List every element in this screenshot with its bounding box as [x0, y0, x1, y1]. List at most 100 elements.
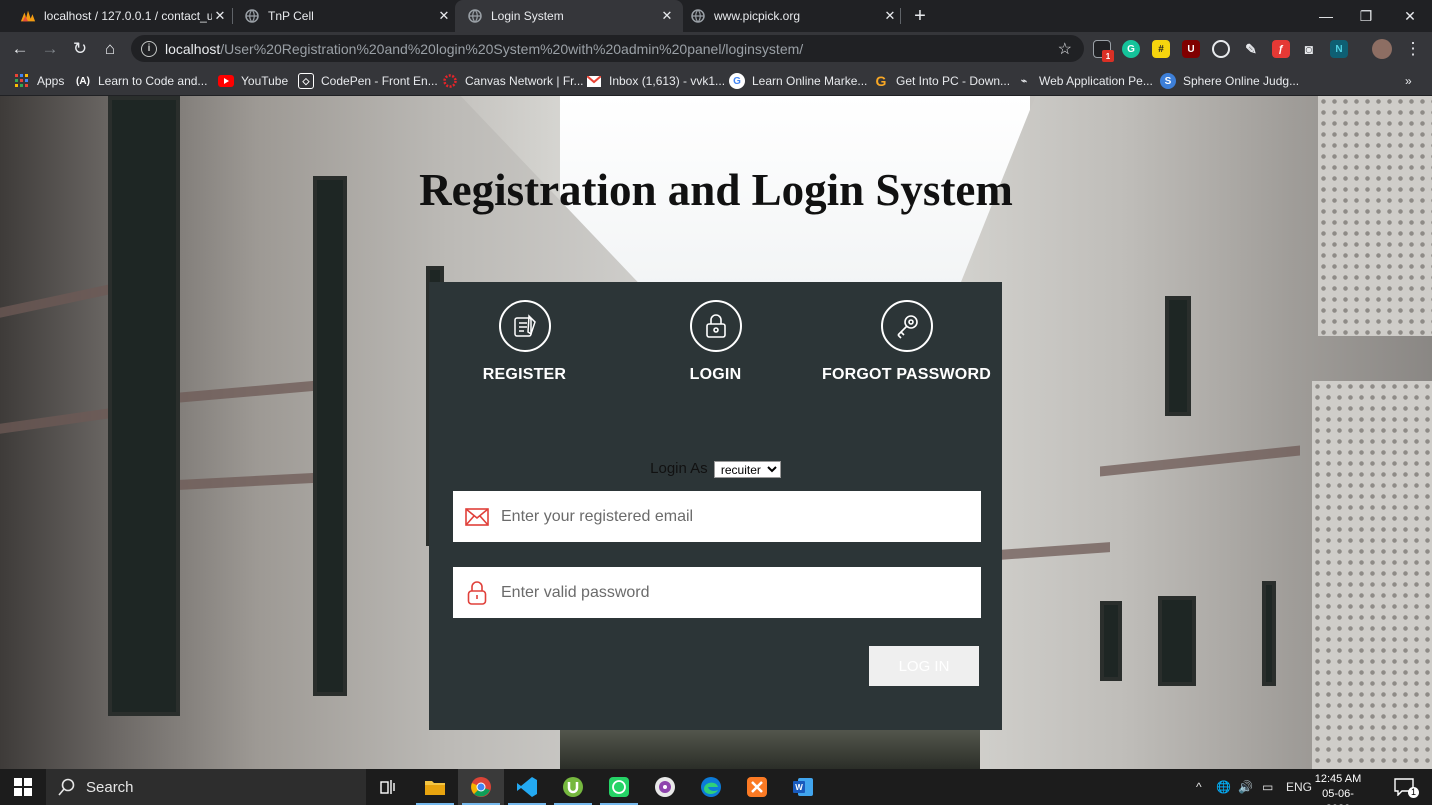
nav-register[interactable]: REGISTER: [429, 300, 620, 384]
url-host: localhost: [165, 40, 221, 57]
ublock-icon[interactable]: U: [1182, 40, 1200, 58]
notification-center-icon[interactable]: 1: [1394, 769, 1419, 805]
background-lattice: [1312, 381, 1432, 769]
padlock-icon: [453, 580, 501, 606]
bookmark-apps[interactable]: Apps: [14, 71, 64, 91]
bookmark-spoj[interactable]: S Sphere Online Judg...: [1160, 71, 1299, 91]
bookmark-label: YouTube: [241, 74, 289, 88]
flash-extension-icon[interactable]: ƒ: [1272, 40, 1290, 58]
browser-menu-icon[interactable]: ⋮: [1400, 36, 1426, 62]
site-info-icon[interactable]: i: [141, 40, 157, 57]
tab-tnp-cell[interactable]: TnP Cell ✕: [232, 0, 460, 32]
start-button[interactable]: [0, 769, 46, 805]
bookmarks-overflow-button[interactable]: »: [1405, 71, 1412, 91]
pen-extension-icon[interactable]: ✎: [1242, 40, 1260, 58]
close-tab-icon[interactable]: ✕: [659, 8, 675, 24]
codepen-icon: ◇: [298, 73, 314, 89]
extension-n-icon[interactable]: N: [1330, 40, 1348, 58]
nav-forgot-password[interactable]: FORGOT PASSWORD: [811, 300, 1002, 384]
clock-time: 12:45 AM: [1314, 773, 1362, 785]
tab-title: localhost / 127.0.0.1 / contact_us: [44, 9, 212, 23]
word-icon[interactable]: W: [780, 769, 826, 805]
search-placeholder: Search: [86, 778, 134, 796]
bookmark-getintopc[interactable]: G Get Into PC - Down...: [873, 71, 1011, 91]
close-window-button[interactable]: ✕: [1390, 0, 1430, 32]
xampp-icon[interactable]: [734, 769, 780, 805]
minimize-button[interactable]: —: [1306, 0, 1346, 32]
grammarly-icon[interactable]: G: [1122, 40, 1140, 58]
extension-gauge-icon[interactable]: [1212, 40, 1230, 58]
globe-icon: [244, 8, 260, 24]
windows-icon: [14, 778, 32, 796]
media-player-icon[interactable]: [642, 769, 688, 805]
bookmark-label: Apps: [37, 74, 65, 88]
bookmark-label: Canvas Network | Fr...: [465, 74, 584, 88]
bookmark-gmail[interactable]: Inbox (1,613) - vvk1...: [586, 71, 725, 91]
svg-text:W: W: [795, 783, 803, 792]
login-panel: REGISTER LOGIN FORGOT PASSWORD Login As …: [429, 282, 1002, 730]
bookmark-label: CodePen - Front En...: [321, 74, 438, 88]
extension-badge: 1: [1102, 50, 1114, 62]
bookmark-label: Inbox (1,613) - vvk1...: [609, 74, 726, 88]
webapp-icon: ⌁: [1020, 75, 1028, 87]
whatsapp-icon[interactable]: [596, 769, 642, 805]
chrome-icon[interactable]: [458, 769, 504, 805]
bookmark-freecodecamp[interactable]: (A) Learn to Code and...: [75, 71, 207, 91]
utorrent-icon[interactable]: [550, 769, 596, 805]
login-as-row: Login As recuiter: [429, 460, 1002, 478]
login-as-label: Login As: [650, 460, 708, 477]
nav-login-label: LOGIN: [689, 366, 742, 383]
email-input[interactable]: [501, 507, 961, 526]
search-icon: [58, 778, 75, 796]
bookmark-star-icon[interactable]: ☆: [1058, 39, 1072, 59]
bookmark-webapp[interactable]: ⌁ Web Application Pe...: [1016, 71, 1153, 91]
nav-forgot-password-label: FORGOT PASSWORD: [822, 366, 991, 383]
google-icon: G: [729, 73, 745, 89]
email-field[interactable]: [453, 491, 981, 542]
taskbar-search[interactable]: Search: [46, 769, 366, 805]
profile-avatar[interactable]: [1372, 39, 1392, 59]
close-tab-icon[interactable]: ✕: [436, 8, 452, 24]
restore-button[interactable]: ❐: [1346, 0, 1386, 32]
language-indicator[interactable]: ENG: [1286, 769, 1312, 805]
mail-icon: [453, 507, 501, 526]
volume-icon[interactable]: 🔊: [1238, 769, 1253, 805]
system-clock[interactable]: 12:45 AM 05-06-2020: [1310, 772, 1366, 805]
nav-login[interactable]: LOGIN: [620, 300, 811, 384]
reload-button[interactable]: ↻: [67, 36, 93, 62]
bookmark-canvas[interactable]: Canvas Network | Fr...: [442, 71, 583, 91]
tab-login-system[interactable]: Login System ✕: [455, 0, 683, 32]
tab-strip: localhost / 127.0.0.1 / contact_us ✕ TnP…: [0, 0, 1432, 32]
new-tab-button[interactable]: +: [908, 4, 932, 28]
extension-yellow-icon[interactable]: #: [1152, 40, 1170, 58]
key-icon: [880, 300, 933, 352]
battery-icon[interactable]: ▭: [1262, 769, 1273, 805]
bookmark-google[interactable]: G Learn Online Marke...: [729, 71, 867, 91]
tray-overflow-icon[interactable]: ^: [1196, 769, 1202, 805]
role-select[interactable]: recuiter: [713, 460, 781, 478]
back-button[interactable]: ←: [7, 36, 33, 62]
tab-picpick[interactable]: www.picpick.org ✕: [678, 0, 906, 32]
tab-phpmyadmin[interactable]: localhost / 127.0.0.1 / contact_us ✕: [8, 0, 236, 32]
password-field[interactable]: [453, 567, 981, 618]
tab-title: Login System: [491, 9, 564, 23]
tab-divider: [900, 8, 901, 24]
password-input[interactable]: [501, 583, 961, 602]
bookmark-youtube[interactable]: YouTube: [218, 71, 288, 91]
edge-icon[interactable]: [688, 769, 734, 805]
background-lattice: [1318, 96, 1432, 336]
notification-count: 1: [1408, 786, 1419, 798]
camera-extension-icon[interactable]: ◙: [1300, 40, 1318, 58]
home-button[interactable]: ⌂: [97, 36, 123, 62]
login-button[interactable]: LOG IN: [869, 646, 979, 686]
task-view-icon[interactable]: [366, 769, 412, 805]
spoj-icon: S: [1160, 73, 1176, 89]
forward-button[interactable]: →: [37, 36, 63, 62]
close-tab-icon[interactable]: ✕: [882, 8, 898, 24]
vscode-icon[interactable]: [504, 769, 550, 805]
network-icon[interactable]: 🌐: [1216, 769, 1231, 805]
close-tab-icon[interactable]: ✕: [212, 8, 228, 24]
address-bar[interactable]: i localhost/User%20Registration%20and%20…: [131, 35, 1084, 62]
bookmark-codepen[interactable]: ◇ CodePen - Front En...: [298, 71, 438, 91]
file-explorer-icon[interactable]: [412, 769, 458, 805]
